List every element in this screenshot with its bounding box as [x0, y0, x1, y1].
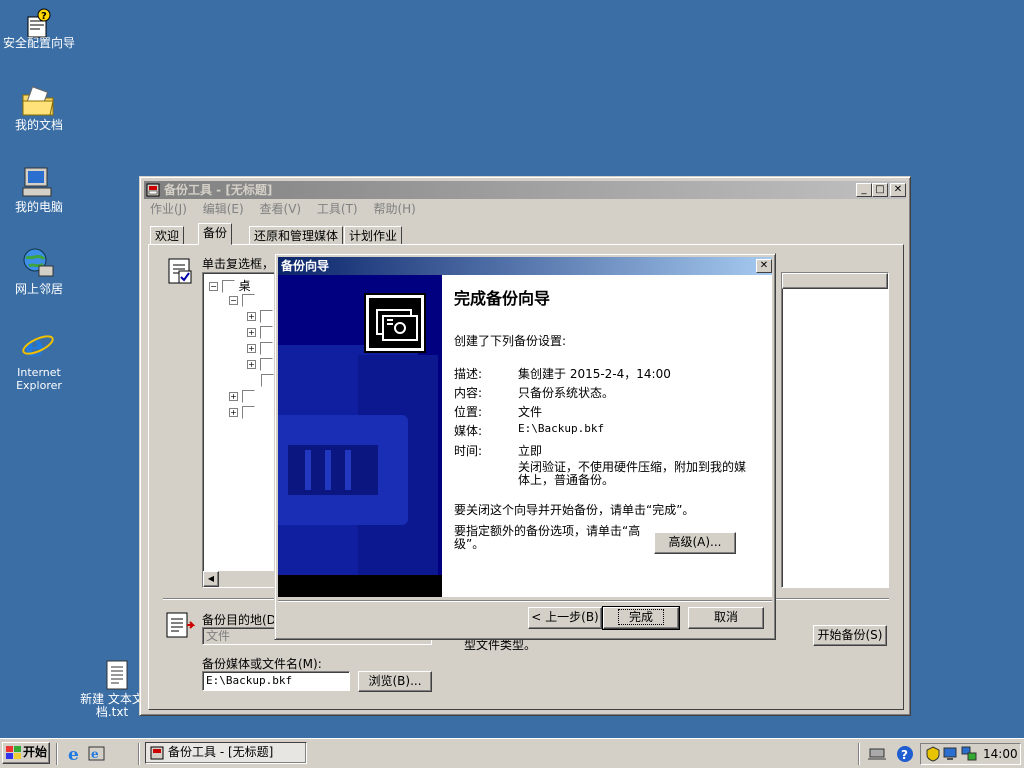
- setting-value: E:\Backup.bkf: [518, 422, 605, 435]
- tab-restore-media[interactable]: 还原和管理媒体: [249, 226, 344, 245]
- setting-key: 时间:: [454, 444, 483, 458]
- checklist-icon: [167, 257, 195, 290]
- cancel-button[interactable]: 取消: [688, 607, 764, 629]
- tree-node-label: 桌: [238, 279, 251, 293]
- dialog-title-bar: 备份向导: [278, 257, 772, 275]
- close-button[interactable]: ✕: [890, 183, 906, 197]
- back-button[interactable]: < 上一步(B): [528, 607, 602, 629]
- display-tray-icon[interactable]: [943, 746, 959, 765]
- window-title-bar: 备份工具 - [无标题]: [144, 181, 906, 199]
- ie-quicklaunch-icon[interactable]: e: [66, 745, 84, 766]
- task-label: 备份工具 - [无标题]: [168, 745, 274, 759]
- desktop-icon-label: 我的电脑: [14, 200, 63, 214]
- browse-button[interactable]: 浏览(B)...: [358, 671, 432, 692]
- tab-welcome[interactable]: 欢迎: [150, 226, 185, 245]
- taskbar-task-backup[interactable]: 备份工具 - [无标题]: [145, 742, 307, 764]
- explorer-quicklaunch-icon[interactable]: e: [88, 745, 106, 766]
- wizard-side-panel: [278, 275, 442, 597]
- svg-text:?: ?: [41, 11, 47, 22]
- menu-tools[interactable]: 工具(T): [317, 202, 358, 216]
- network-tray-icon[interactable]: [868, 745, 886, 764]
- backup-destination-icon: [165, 611, 196, 642]
- desktop-icon-label: 我的文档: [14, 118, 63, 132]
- finish-button[interactable]: 完成: [602, 606, 680, 630]
- menu-help[interactable]: 帮助(H): [373, 202, 415, 216]
- media-filename-input[interactable]: E:\Backup.bkf: [202, 671, 350, 691]
- setting-key: 位置:: [454, 405, 483, 419]
- window-title: 备份工具 - [无标题]: [164, 183, 273, 197]
- menu-view[interactable]: 查看(V): [260, 202, 302, 216]
- backup-app-icon: [150, 745, 166, 767]
- clock[interactable]: 14:00: [983, 747, 1018, 761]
- tree-node[interactable]: [261, 373, 274, 387]
- tree-node-desktop[interactable]: − 桌: [209, 277, 251, 293]
- advanced-instruction: 要指定额外的备份选项，请单击“高级”。: [454, 524, 641, 551]
- setting-value: 立即: [518, 444, 543, 458]
- setting-value: 集创建于 2015-2-4，14:00: [518, 367, 671, 381]
- shield-tray-icon[interactable]: [925, 746, 941, 765]
- start-backup-button[interactable]: 开始备份(S): [813, 625, 887, 646]
- folder-documents-icon: [18, 82, 58, 120]
- svg-text:?: ?: [901, 748, 908, 762]
- tree-node[interactable]: +: [247, 309, 273, 323]
- wizard-heading: 完成备份向导: [454, 289, 551, 308]
- setting-value: 文件: [518, 405, 543, 419]
- backup-destination-label: 备份目的地(D):: [202, 613, 285, 627]
- backup-media-icon: [364, 293, 426, 353]
- minimize-button[interactable]: _: [856, 183, 872, 197]
- desktop-icon-label: Internet Explorer: [16, 366, 62, 392]
- tree-node[interactable]: +: [229, 405, 255, 419]
- text-file-icon: [97, 656, 137, 694]
- wizard-body: 完成备份向导 创建了下列备份设置: 描述: 集创建于 2015-2-4，14:0…: [278, 275, 772, 597]
- tree-node[interactable]: +: [247, 357, 273, 371]
- taskbar-divider: [56, 743, 58, 765]
- dialog-divider: [278, 600, 772, 602]
- setting-key: 描述:: [454, 367, 483, 381]
- advanced-button[interactable]: 高级(A)...: [654, 532, 736, 554]
- scroll-left-arrow-icon[interactable]: ◀: [203, 571, 219, 587]
- setting-key: 媒体:: [454, 424, 483, 438]
- wizard-intro: 创建了下列备份设置:: [454, 334, 567, 348]
- tab-backup[interactable]: 备份: [198, 223, 233, 245]
- tree-node[interactable]: −: [229, 293, 255, 307]
- desktop-icon-label: 安全配置向导: [2, 36, 75, 50]
- tree-node[interactable]: +: [247, 325, 273, 339]
- setting-key: 内容:: [454, 386, 483, 400]
- tab-schedule[interactable]: 计划作业: [344, 226, 403, 245]
- svg-text:e: e: [91, 747, 99, 761]
- list-column-header[interactable]: [782, 273, 888, 289]
- taskbar-divider: [138, 743, 140, 765]
- start-button[interactable]: 开始: [2, 742, 50, 764]
- desktop-icon-label: 新建 文本文档.txt: [80, 692, 144, 719]
- media-label: 备份媒体或文件名(M):: [202, 657, 322, 671]
- menu-edit[interactable]: 编辑(E): [203, 202, 244, 216]
- windows-logo-icon: [6, 746, 21, 766]
- internet-explorer-icon: e: [18, 326, 58, 364]
- help-tray-icon[interactable]: ?: [896, 745, 914, 766]
- network-globe-icon: [18, 244, 58, 282]
- finish-button-label: 完成: [617, 609, 664, 625]
- menu-job[interactable]: 作业(J): [150, 202, 187, 216]
- backup-wizard-dialog: 备份向导 ✕ 完成备份向导 创建了下列备份设置: 描述: 集创建于 2015-2…: [274, 253, 776, 640]
- horizontal-scrollbar[interactable]: ◀: [203, 571, 281, 587]
- menu-bar: 作业(J) 编辑(E) 查看(V) 工具(T) 帮助(H): [144, 199, 906, 219]
- computer-icon: [18, 163, 58, 201]
- taskbar-divider: [858, 743, 860, 765]
- tree-node[interactable]: +: [229, 389, 255, 403]
- settings-note: 关闭验证，不使用硬件压缩，附加到我的媒体上，普通备份。: [518, 460, 747, 487]
- setting-value: 只备份系统状态。: [518, 386, 615, 400]
- dialog-title: 备份向导: [281, 259, 330, 273]
- maximize-button[interactable]: □: [872, 183, 888, 197]
- tree-node[interactable]: +: [247, 341, 273, 355]
- file-list[interactable]: [781, 272, 889, 588]
- file-tree[interactable]: − 桌 − + + + + + + ◀: [202, 272, 282, 588]
- start-label: 开始: [23, 745, 48, 759]
- system-tray: 14:00: [920, 743, 1021, 765]
- finish-instruction: 要关闭这个向导并开始备份，请单击“完成”。: [454, 503, 695, 517]
- svg-text:e: e: [68, 745, 79, 763]
- network-connection-tray-icon[interactable]: [961, 746, 977, 765]
- taskbar: 开始 e e 备份工具 - [无标题] ? 14:00: [0, 738, 1024, 768]
- dialog-close-button[interactable]: ✕: [756, 259, 772, 273]
- desktop-icon-label: 网上邻居: [14, 282, 63, 296]
